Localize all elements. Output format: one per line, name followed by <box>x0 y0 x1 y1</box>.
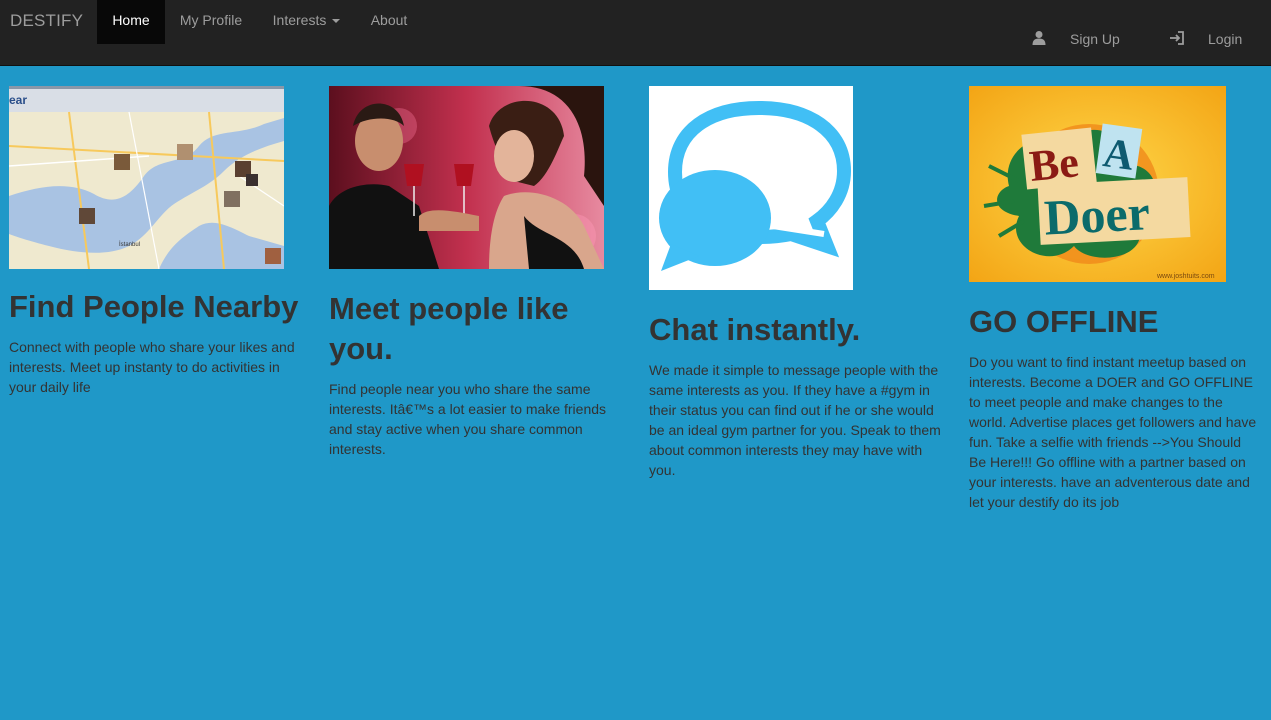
poster-credit: www.joshtuits.com <box>1156 273 1215 280</box>
user-icon[interactable] <box>1031 26 1047 52</box>
feature-title: Chat instantly. <box>649 312 861 347</box>
be-a-doer-image: Be A Doer www.joshtuits.com <box>969 86 1226 282</box>
feature-title: GO OFFLINE <box>969 304 1159 339</box>
feature-description: Find people near you who share the same … <box>329 381 607 457</box>
feature-title: Find People Nearby <box>9 289 299 324</box>
map-header-label: ear <box>9 93 27 107</box>
feature-description: Do you want to find instant meetup based… <box>969 354 1257 510</box>
feature-chat-instantly: Chat instantly. We made it simple to mes… <box>649 86 945 480</box>
nav-about-label: About <box>370 12 408 28</box>
map-city-label: İstanbul <box>119 241 140 248</box>
feature-go-offline: Be A Doer www.joshtuits.com GO OFFLINE D… <box>969 86 1261 512</box>
nav-home-label: Home <box>112 12 150 28</box>
brand-logo[interactable]: DESTIFY <box>10 11 83 31</box>
chat-bubbles-image <box>649 86 853 290</box>
couple-toast-image <box>329 86 604 269</box>
nav-my-profile[interactable]: My Profile <box>168 0 254 44</box>
nav-about[interactable]: About <box>357 0 421 44</box>
map-image: ear İstanbul <box>9 86 284 269</box>
caret-down-icon <box>332 19 341 24</box>
sign-up-link[interactable]: Sign Up <box>1070 26 1120 52</box>
feature-title: Meet people like you. <box>329 291 569 366</box>
feature-find-people: ear İstanbul Find People Nearby Connect … <box>9 86 301 397</box>
poster-word-doer: Doer <box>1043 184 1151 245</box>
nav-interests-dropdown[interactable]: Interests <box>259 0 354 44</box>
nav-my-profile-label: My Profile <box>179 12 243 28</box>
feature-meet-people: Meet people like you. Find people near y… <box>329 86 621 459</box>
feature-description: We made it simple to message people with… <box>649 362 941 478</box>
nav-home[interactable]: Home <box>97 0 165 44</box>
feature-description: Connect with people who share your likes… <box>9 339 295 395</box>
top-navbar: DESTIFY Home My Profile Interests About … <box>0 0 1271 66</box>
poster-word-be: Be <box>1027 137 1081 191</box>
nav-interests-label: Interests <box>272 12 327 28</box>
login-icon[interactable] <box>1169 26 1185 52</box>
login-link[interactable]: Login <box>1208 26 1242 52</box>
